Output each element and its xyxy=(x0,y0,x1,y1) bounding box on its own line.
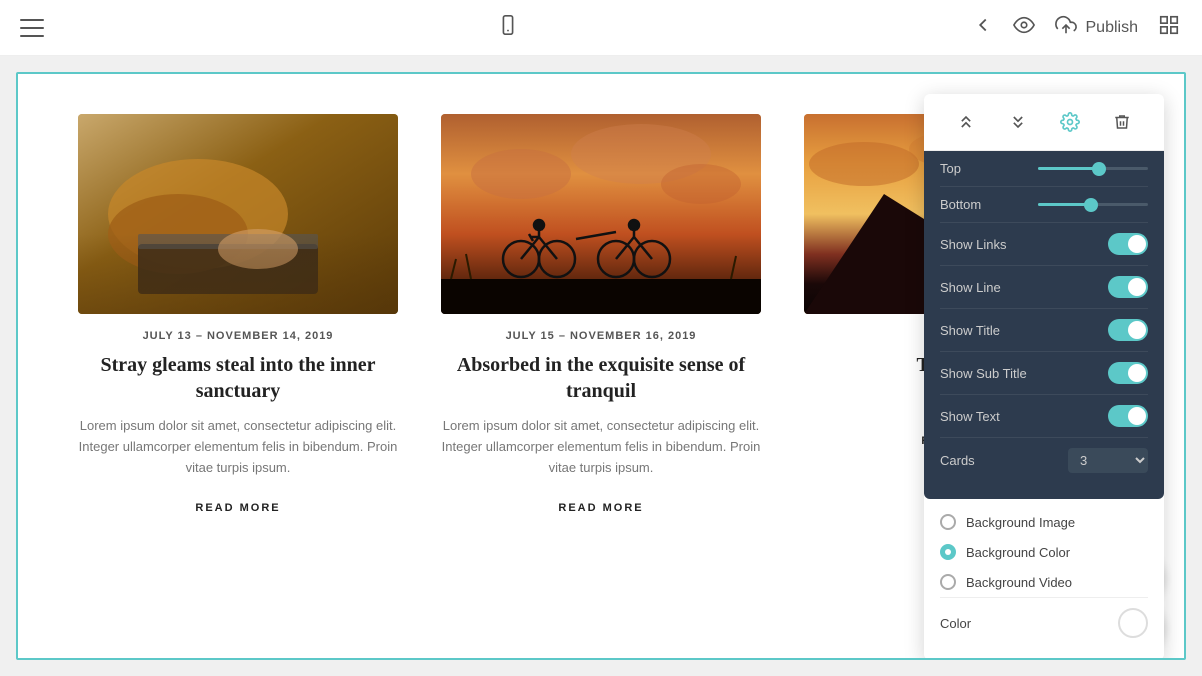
bottom-label: Bottom xyxy=(940,197,981,212)
show-text-toggle[interactable] xyxy=(1108,405,1148,427)
publish-button[interactable]: Publish xyxy=(1054,14,1138,42)
bg-video-label: Background Video xyxy=(966,575,1072,590)
top-slider[interactable] xyxy=(1038,167,1148,170)
nav-left xyxy=(20,19,44,37)
move-down-button[interactable] xyxy=(1002,106,1034,138)
color-label: Color xyxy=(940,616,971,631)
bg-video-option[interactable]: Background Video xyxy=(940,567,1148,597)
bg-video-radio[interactable] xyxy=(940,574,956,590)
card-2-link[interactable]: READ MORE xyxy=(558,502,643,514)
publish-label: Publish xyxy=(1086,19,1138,37)
show-links-toggle[interactable] xyxy=(1108,233,1148,255)
top-label: Top xyxy=(940,161,961,176)
show-subtitle-row: Show Sub Title xyxy=(940,352,1148,395)
layout-icon[interactable] xyxy=(1156,14,1182,42)
card-1-image-inner xyxy=(78,114,398,314)
show-links-label: Show Links xyxy=(940,237,1006,252)
show-subtitle-toggle[interactable] xyxy=(1108,362,1148,384)
card-1-link[interactable]: READ MORE xyxy=(195,502,280,514)
nav-right: Publish xyxy=(972,14,1182,42)
top-slider-row: Top xyxy=(940,151,1148,187)
card-1-text: Lorem ipsum dolor sit amet, consectetur … xyxy=(78,416,398,478)
move-up-button[interactable] xyxy=(950,106,982,138)
bg-section: Background Image Background Color Backgr… xyxy=(924,499,1164,660)
hamburger-icon[interactable] xyxy=(20,19,44,37)
show-title-row: Show Title xyxy=(940,309,1148,352)
phone-icon xyxy=(497,14,519,42)
bg-image-label: Background Image xyxy=(966,515,1075,530)
card-1-title: Stray gleams steal into the inner sanctu… xyxy=(78,352,398,404)
delete-button[interactable] xyxy=(1106,106,1138,138)
cards-row: Cards 3 1 2 4 xyxy=(940,438,1148,483)
show-line-row: Show Line xyxy=(940,266,1148,309)
show-line-toggle[interactable] xyxy=(1108,276,1148,298)
bg-image-radio[interactable] xyxy=(940,514,956,530)
show-links-row: Show Links xyxy=(940,223,1148,266)
bg-image-option[interactable]: Background Image xyxy=(940,507,1148,537)
card-2-image xyxy=(441,114,761,314)
show-title-toggle[interactable] xyxy=(1108,319,1148,341)
bg-color-radio[interactable] xyxy=(940,544,956,560)
main-content-area: JULY 13 – NOVEMBER 14, 2019 Stray gleams… xyxy=(16,72,1186,660)
card-2-image-inner xyxy=(441,114,761,314)
show-line-label: Show Line xyxy=(940,280,1001,295)
color-row: Color xyxy=(940,597,1148,648)
card-1: JULY 13 – NOVEMBER 14, 2019 Stray gleams… xyxy=(58,114,418,536)
back-icon[interactable] xyxy=(972,14,994,42)
bg-color-label: Background Color xyxy=(966,545,1070,560)
eye-icon[interactable] xyxy=(1012,14,1036,42)
card-2-text: Lorem ipsum dolor sit amet, consectetur … xyxy=(441,416,761,478)
show-title-label: Show Title xyxy=(940,323,1000,338)
show-subtitle-label: Show Sub Title xyxy=(940,366,1027,381)
bottom-slider-row: Bottom xyxy=(940,187,1148,223)
card-2-title: Absorbed in the exquisite sense of tranq… xyxy=(441,352,761,404)
toolbar-popup: Top Bottom Show Links Sh xyxy=(924,94,1164,660)
toolbar-icons-row xyxy=(924,94,1164,151)
color-swatch[interactable] xyxy=(1118,608,1148,638)
show-text-label: Show Text xyxy=(940,409,1000,424)
bottom-slider[interactable] xyxy=(1038,203,1148,206)
card-1-date: JULY 13 – NOVEMBER 14, 2019 xyxy=(78,330,398,342)
card-2-date: JULY 15 – NOVEMBER 16, 2019 xyxy=(441,330,761,342)
cards-label: Cards xyxy=(940,453,975,468)
upload-icon xyxy=(1054,14,1078,42)
settings-button[interactable] xyxy=(1054,106,1086,138)
show-text-row: Show Text xyxy=(940,395,1148,438)
toolbar-settings: Top Bottom Show Links Sh xyxy=(924,151,1164,499)
card-1-image xyxy=(78,114,398,314)
bg-color-option[interactable]: Background Color xyxy=(940,537,1148,567)
nav-center xyxy=(497,14,519,42)
cards-select[interactable]: 3 1 2 4 xyxy=(1068,448,1148,473)
card-2: JULY 15 – NOVEMBER 16, 2019 Absorbed in … xyxy=(421,114,781,536)
top-nav: Publish xyxy=(0,0,1202,56)
